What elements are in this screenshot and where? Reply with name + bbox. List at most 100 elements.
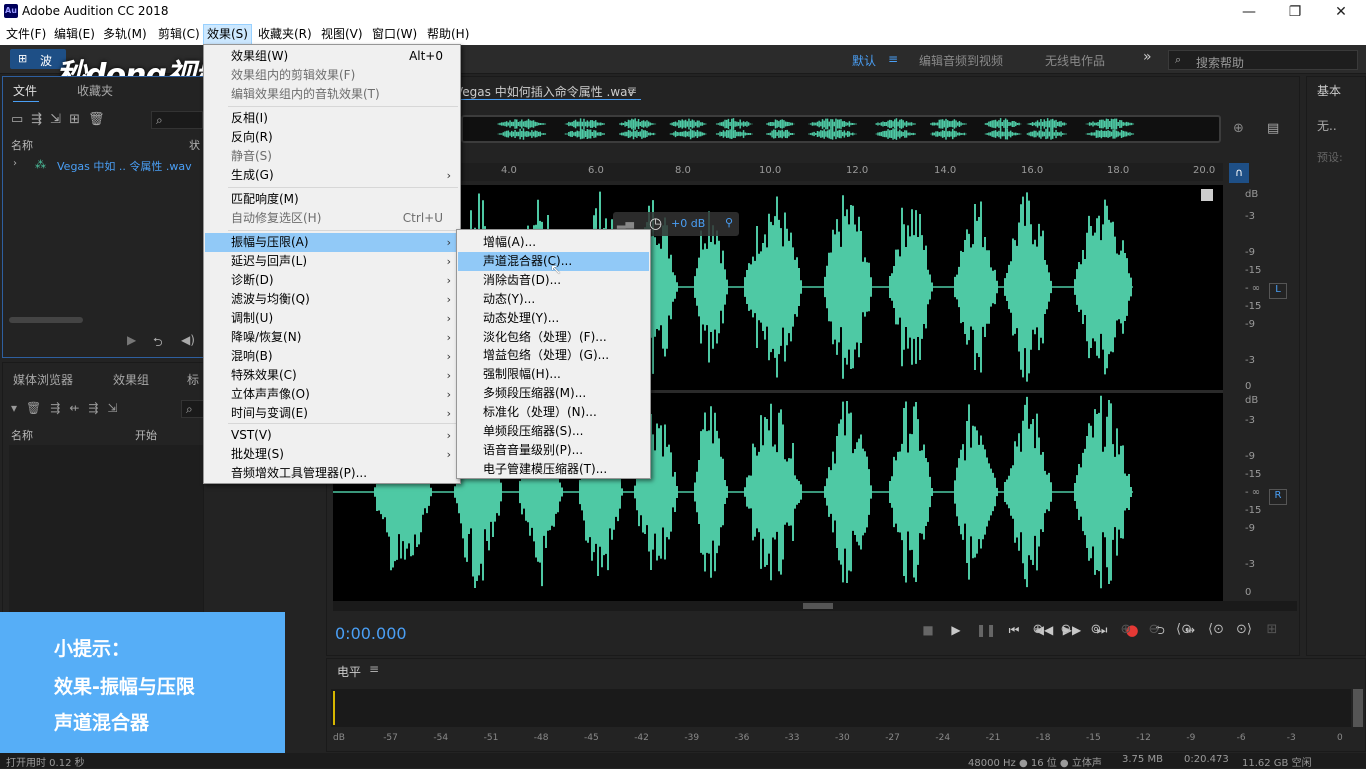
file-item[interactable]: Vegas 中如 .. 令属性 .wav bbox=[57, 158, 192, 174]
go-to-start-button[interactable]: ⏮ bbox=[1003, 620, 1025, 640]
effects-menu-item[interactable]: VST(V) › bbox=[205, 426, 459, 445]
effects-menu-item[interactable]: 混响(B) › bbox=[205, 347, 459, 366]
amplitude-submenu-item[interactable]: 增幅(A)... bbox=[458, 233, 649, 252]
menu-file[interactable]: 文件(F) bbox=[3, 25, 49, 44]
effects-menu-item[interactable]: 批处理(S) › bbox=[205, 445, 459, 464]
search-help-input[interactable]: ⌕ 搜索帮助 bbox=[1168, 50, 1358, 70]
channel-right-toggle[interactable]: R bbox=[1269, 489, 1287, 505]
volume-icon[interactable]: ◀) bbox=[181, 333, 195, 347]
menu-multitrack[interactable]: 多轨(M) bbox=[100, 25, 150, 44]
amplitude-submenu-item[interactable]: 强制限幅(H)... bbox=[458, 365, 649, 384]
editor-tab-menu-icon[interactable]: ≡ bbox=[627, 83, 637, 97]
timecode-display[interactable]: 0:00.000 bbox=[335, 624, 407, 643]
effects-menu-item[interactable]: 匹配响度(M) bbox=[205, 190, 459, 209]
tab-media-browser[interactable]: 媒体浏览器 bbox=[13, 371, 73, 388]
effects-menu-item[interactable]: 立体声声像(O) › bbox=[205, 385, 459, 404]
effects-menu-item[interactable]: 延迟与回声(L) › bbox=[205, 252, 459, 271]
play-button[interactable]: ▶ bbox=[945, 620, 967, 640]
effects-menu-item[interactable]: 反向(R) bbox=[205, 128, 459, 147]
stop-button[interactable]: ■ bbox=[917, 620, 939, 640]
amplitude-submenu-item[interactable]: 增益包络（处理）(G)... bbox=[458, 346, 649, 365]
workspace-default[interactable]: 默认 bbox=[852, 52, 876, 69]
amplitude-submenu-item[interactable]: 单频段压缩器(S)... bbox=[458, 422, 649, 441]
horizontal-scrollbar[interactable] bbox=[9, 317, 83, 323]
loop-file-icon[interactable]: ⮌ bbox=[153, 333, 163, 354]
effects-menu-item[interactable]: 降噪/恢复(N) › bbox=[205, 328, 459, 347]
pause-button[interactable]: ❚❚ bbox=[975, 620, 997, 640]
amplitude-submenu-item[interactable]: 语音音量级别(P)... bbox=[458, 441, 649, 460]
zoom-selection-left-icon[interactable]: ⟨⊙ bbox=[1204, 620, 1228, 640]
menu-help[interactable]: 帮助(H) bbox=[424, 25, 472, 44]
menu-favorites[interactable]: 收藏夹(R) bbox=[255, 25, 315, 44]
effects-menu-item[interactable]: 音频增效工具管理器(P)... bbox=[205, 464, 459, 483]
zoom-out-full-icon[interactable]: ⊚ bbox=[1084, 620, 1108, 640]
menu-window[interactable]: 窗口(W) bbox=[369, 25, 420, 44]
effects-menu-item[interactable]: 诊断(D) › bbox=[205, 271, 459, 290]
menu-view[interactable]: 视图(V) bbox=[318, 25, 366, 44]
workspace-menu-icon[interactable]: ≡ bbox=[888, 52, 898, 66]
menu-effects[interactable]: 效果(S) bbox=[203, 24, 252, 45]
effects-menu-item[interactable]: 特殊效果(C) › bbox=[205, 366, 459, 385]
effects-menu-item[interactable]: 滤波与均衡(Q) › bbox=[205, 290, 459, 309]
overview-menu-icon[interactable]: ▤ bbox=[1267, 121, 1279, 136]
minimize-button[interactable]: — bbox=[1226, 2, 1272, 22]
time-ruler[interactable]: 4.0 6.0 8.0 10.0 12.0 14.0 16.0 18.0 20.… bbox=[333, 163, 1223, 181]
expand-chevron-icon[interactable]: › bbox=[13, 158, 17, 169]
file-tool-icons[interactable]: ▭⇶⇲⊞🗑 bbox=[11, 112, 112, 127]
amplitude-submenu-item[interactable]: 电子管建模压缩器(T)... bbox=[458, 460, 649, 479]
zoom-overview-icon[interactable]: ⊕ bbox=[1233, 121, 1244, 136]
tab-favorites[interactable]: 收藏夹 bbox=[77, 82, 113, 99]
tab-files[interactable]: 文件 bbox=[13, 82, 37, 99]
channel-left-toggle[interactable]: L bbox=[1269, 283, 1287, 299]
zoom-to-selection-icon[interactable]: ⟨⊙ bbox=[1172, 620, 1196, 640]
scroll-thumb[interactable] bbox=[803, 603, 833, 609]
zoom-in-out-point-icon[interactable]: ⊞ bbox=[1260, 620, 1284, 640]
col-name-header[interactable]: 名称 bbox=[11, 137, 33, 153]
col-status-header[interactable]: 状 bbox=[189, 137, 200, 153]
zoom-out-amplitude-icon[interactable]: ⊖ bbox=[1054, 620, 1078, 640]
effects-menu-item[interactable]: 编辑效果组内的音轨效果(T) bbox=[205, 85, 459, 104]
effects-menu-item[interactable]: 静音(S) bbox=[205, 147, 459, 166]
essential-panel-title[interactable]: 基本 bbox=[1317, 82, 1341, 99]
pin-icon[interactable]: ⚲ bbox=[725, 216, 733, 229]
overview-waveform[interactable] bbox=[461, 115, 1221, 143]
workspace-radio[interactable]: 无线电作品 bbox=[1045, 52, 1105, 69]
effects-menu-item[interactable]: 生成(G) › bbox=[205, 166, 459, 185]
amplitude-submenu-item[interactable]: 多频段压缩器(M)... bbox=[458, 384, 649, 403]
zoom-selection-right-icon[interactable]: ⊙⟩ bbox=[1232, 620, 1256, 640]
effects-menu-item[interactable]: 效果组(W) Alt+0 bbox=[205, 47, 459, 66]
zoom-in-time-icon[interactable]: ⊕ bbox=[1114, 620, 1138, 640]
col-start-header[interactable]: 开始 bbox=[135, 427, 157, 443]
amplitude-submenu-item[interactable]: 动态(Y)... bbox=[458, 290, 649, 309]
amplitude-submenu-item[interactable]: 动态处理(Y)... bbox=[458, 309, 649, 328]
zoom-out-time-icon[interactable]: ⊖ bbox=[1142, 620, 1166, 640]
levels-menu-icon[interactable]: ≡ bbox=[369, 662, 379, 676]
play-file-icon[interactable]: ▶ bbox=[127, 333, 136, 347]
editor-tab-title[interactable]: Vegas 中如何插入命令属性 .wav bbox=[455, 83, 635, 100]
effects-menu-item[interactable]: 自动修复选区(H) Ctrl+U bbox=[205, 209, 459, 228]
effects-menu-item[interactable]: 调制(U) › bbox=[205, 309, 459, 328]
col-name-header[interactable]: 名称 bbox=[11, 427, 33, 443]
tab-markers[interactable]: 标 bbox=[187, 371, 199, 388]
menu-edit[interactable]: 编辑(E) bbox=[51, 25, 98, 44]
marker-tool-icons[interactable]: ▾🗑⇶⇷⇶⇲ bbox=[11, 401, 126, 415]
close-button[interactable]: ✕ bbox=[1318, 2, 1364, 22]
horizontal-scroll[interactable] bbox=[333, 601, 1297, 611]
more-workspaces-button[interactable]: » bbox=[1143, 49, 1152, 65]
maximize-button[interactable]: ❐ bbox=[1272, 2, 1318, 22]
workspace-edit-video[interactable]: 编辑音频到视频 bbox=[919, 52, 1003, 69]
effects-menu-item[interactable]: 时间与变调(E) › bbox=[205, 404, 459, 423]
amplitude-submenu-item[interactable]: 标准化（处理）(N)... bbox=[458, 403, 649, 422]
marker-search-input[interactable]: ⌕ bbox=[181, 400, 205, 418]
effects-menu-item[interactable]: 效果组内的剪辑效果(F) bbox=[205, 66, 459, 85]
effects-menu-item[interactable]: 反相(I) bbox=[205, 109, 459, 128]
headphones-icon[interactable]: ∩ bbox=[1229, 163, 1249, 183]
file-search-input[interactable]: ⌕ bbox=[151, 111, 203, 129]
amplitude-submenu-item[interactable]: 淡化包络（处理）(F)... bbox=[458, 328, 649, 347]
meter-scrollbar[interactable] bbox=[1353, 689, 1363, 727]
tab-effects-rack[interactable]: 效果组 bbox=[113, 371, 149, 388]
effects-menu-item[interactable]: 振幅与压限(A) › bbox=[205, 233, 459, 252]
menu-clip[interactable]: 剪辑(C) bbox=[155, 25, 203, 44]
collapse-corner-icon[interactable] bbox=[1201, 189, 1213, 201]
zoom-in-amplitude-icon[interactable]: ⊕ bbox=[1026, 620, 1050, 640]
